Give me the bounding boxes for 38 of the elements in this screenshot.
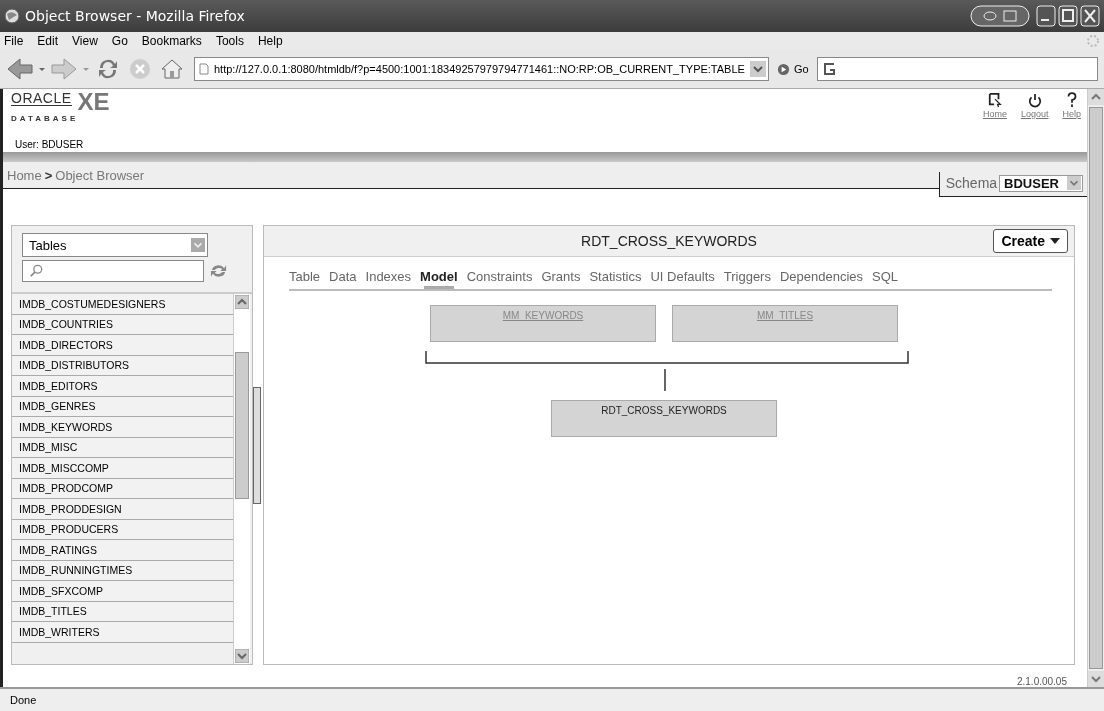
tab[interactable]: Statistics	[589, 267, 642, 289]
breadcrumb-link[interactable]: Home	[7, 167, 42, 183]
tab[interactable]: Indexes	[365, 267, 412, 289]
help-link[interactable]: Help	[1062, 91, 1081, 135]
address-field[interactable]: http://127.0.0.1:8080/htmldb/f?p=4500:1001:18349257979794771461::NO:RP:OB_CURRENT_TYPE:TABLE	[194, 57, 769, 81]
window-title: Object Browser - Mozilla Firefox	[25, 8, 245, 24]
schema-label: Schema	[945, 175, 998, 191]
tab[interactable]: Triggers	[723, 267, 771, 289]
tab[interactable]: Grants	[541, 267, 581, 289]
user-label: User: BDUSER	[14, 138, 85, 152]
menu-item[interactable]: Tools	[215, 34, 244, 48]
schema-select[interactable]: BDUSER	[999, 174, 1083, 192]
menu-item[interactable]: Edit	[37, 34, 59, 48]
table-node: RDT_CROSS_KEYWORDS	[551, 400, 777, 437]
go-button[interactable]: Go	[772, 62, 813, 76]
logout-link[interactable]: Logout	[1020, 91, 1049, 135]
breadcrumb-current: Object Browser	[55, 167, 145, 183]
tab[interactable]: SQL	[872, 267, 899, 289]
create-button[interactable]: Create	[993, 229, 1068, 253]
menu-item[interactable]: Help	[257, 34, 283, 48]
tab[interactable]: UI Defaults	[650, 267, 715, 289]
tab[interactable]: Table	[289, 267, 321, 289]
menu-item[interactable]: Go	[111, 34, 128, 48]
menu-item[interactable]: Bookmarks	[141, 34, 202, 48]
tab[interactable]: Constraints	[466, 267, 533, 289]
version-label: 2.1.0.00.05	[1015, 677, 1068, 687]
menu-item[interactable]: File	[4, 34, 24, 48]
menu-item[interactable]: View	[72, 34, 98, 48]
tab[interactable]: Dependencies	[779, 267, 864, 289]
object-type-select[interactable]: Tables	[22, 233, 208, 257]
logo-text: ORACLE	[11, 91, 72, 106]
object-title: RDT_CROSS_KEYWORDS	[581, 233, 757, 249]
tab[interactable]: Data	[329, 267, 357, 289]
status-text: Done	[10, 694, 37, 706]
logo-text: DATABASE	[11, 114, 80, 123]
home-link[interactable]: Home	[982, 91, 1007, 135]
logo-text: XE	[77, 91, 110, 113]
breadcrumb-separator: >	[44, 167, 53, 183]
